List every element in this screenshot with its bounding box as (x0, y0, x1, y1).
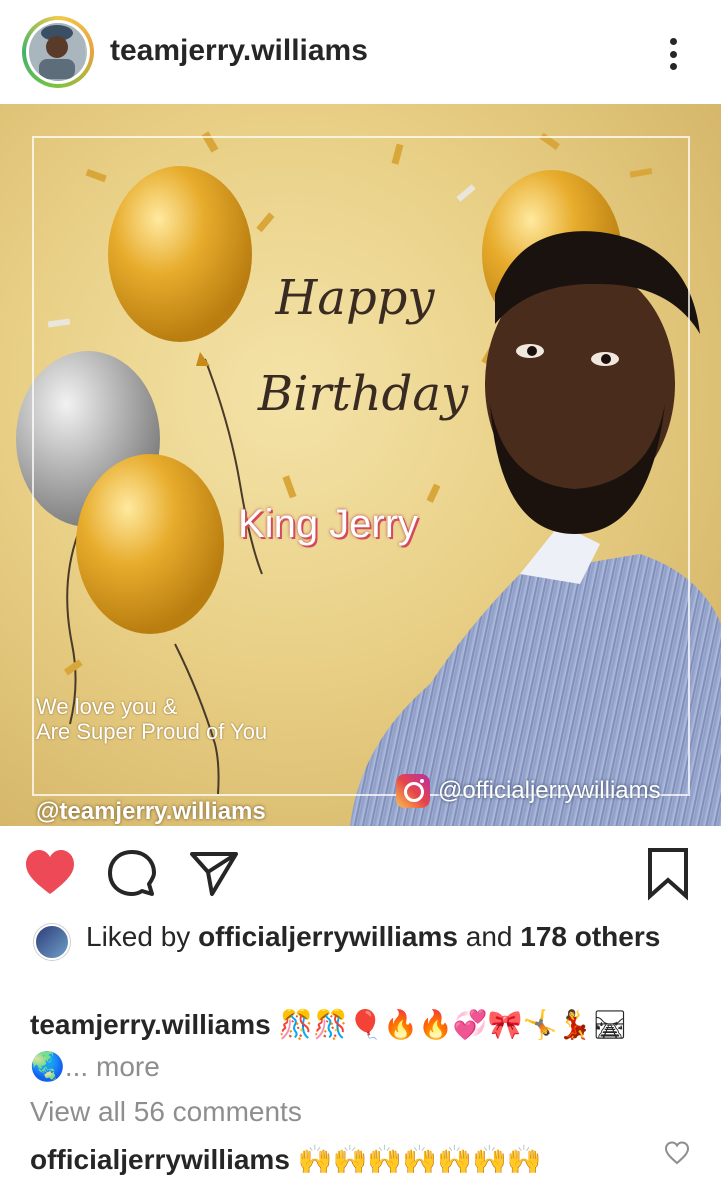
comment-like-icon[interactable] (664, 1140, 690, 1166)
comment-row: officialjerrywilliams 🙌🙌🙌🙌🙌🙌🙌 (30, 1140, 650, 1180)
comment-icon[interactable] (104, 846, 160, 902)
comment-text: 🙌🙌🙌🙌🙌🙌🙌 (289, 1144, 542, 1175)
celebrant-name: King Jerry (238, 502, 419, 546)
page-handle: @teamjerry.williams (36, 798, 266, 825)
avatar[interactable] (22, 16, 94, 88)
post-image[interactable]: Happy Birthday King Jerry We love you & … (0, 104, 721, 826)
instagram-logo-icon (396, 774, 430, 808)
caption-username[interactable]: teamjerry.williams (30, 1009, 271, 1040)
header-username[interactable]: teamjerry.williams (110, 34, 368, 68)
post-header: teamjerry.williams (0, 0, 721, 104)
instagram-handle: @officialjerrywilliams (396, 774, 661, 808)
view-all-comments-link[interactable]: View all 56 comments (30, 1096, 302, 1128)
likes-count[interactable]: 178 others (520, 921, 660, 952)
post-actions (0, 826, 721, 922)
comment-username[interactable]: officialjerrywilliams (30, 1144, 290, 1175)
birthday-message: We love you & Are Super Proud of You (36, 694, 268, 745)
liker-avatar[interactable] (34, 924, 70, 960)
caption-more-link[interactable]: ... more (65, 1051, 160, 1082)
heart-filled-icon[interactable] (22, 846, 78, 902)
bookmark-icon[interactable] (640, 846, 696, 902)
post-caption: teamjerry.williams 🎊🎊🎈🔥🔥💞🎀🤸💃🛤🌏... more (30, 1004, 670, 1088)
likes-summary[interactable]: Liked by officialjerrywilliams and 178 o… (86, 918, 686, 956)
birthday-title-line2: Birthday (257, 366, 469, 422)
send-icon[interactable] (186, 846, 242, 902)
liker-username[interactable]: officialjerrywilliams (198, 921, 458, 952)
avatar-photo (29, 23, 87, 81)
more-options-icon[interactable] (658, 32, 688, 76)
birthday-title-line1: Happy (275, 270, 435, 326)
